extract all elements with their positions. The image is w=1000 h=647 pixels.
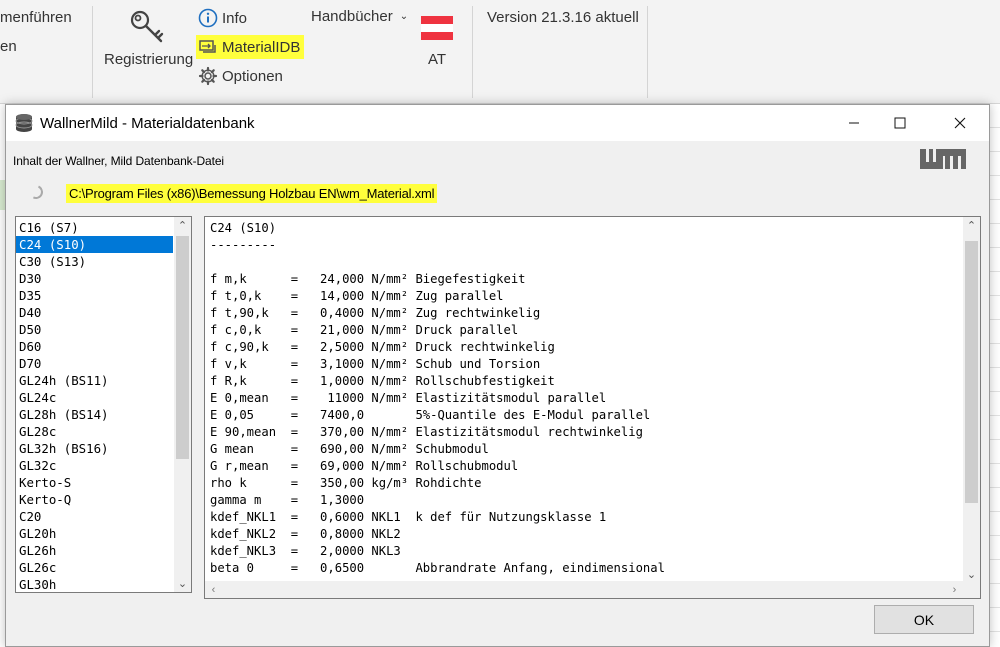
info-button[interactable]: Info [198, 8, 247, 28]
ribbon-separator [92, 6, 93, 98]
detail-line: kdef_NKL1 = 0,6000 NKL1 k def für Nutzun… [210, 510, 607, 524]
list-item[interactable]: Kerto-S [16, 474, 173, 491]
info-icon [198, 8, 218, 28]
minimize-icon [849, 122, 859, 124]
list-item[interactable]: D40 [16, 304, 173, 321]
database-icon [14, 113, 34, 133]
key-icon[interactable] [128, 8, 168, 48]
list-item[interactable]: C24 (S10) [16, 236, 173, 253]
list-item[interactable]: D50 [16, 321, 173, 338]
version-label: Version 21.3.16 aktuell [487, 9, 639, 26]
wm-logo [920, 149, 966, 169]
detail-line: kdef_NKL2 = 0,8000 NKL2 [210, 527, 401, 541]
list-item[interactable]: C30 (S13) [16, 253, 173, 270]
list-item[interactable]: D60 [16, 338, 173, 355]
detail-line [210, 254, 950, 271]
handbuecher-label: Handbücher [311, 8, 393, 25]
list-item[interactable]: GL30h [16, 576, 173, 592]
details-horizontal-scrollbar[interactable]: ‹ › [205, 581, 980, 598]
scroll-left-icon[interactable]: ‹ [205, 581, 222, 598]
list-item[interactable]: GL32c [16, 457, 173, 474]
close-icon [954, 117, 966, 129]
detail-line: C24 (S10) [210, 221, 277, 235]
flag-austria-icon[interactable] [421, 16, 453, 40]
scroll-down-icon[interactable]: ⌄ [174, 575, 191, 592]
list-item[interactable]: C20 [16, 508, 173, 525]
list-item[interactable]: GL32h (BS16) [16, 440, 173, 457]
content-label: Inhalt der Wallner, Mild Datenbank-Datei [13, 154, 224, 168]
ribbon-cut-label-1[interactable]: menführen [0, 9, 72, 26]
list-item[interactable]: D30 [16, 270, 173, 287]
list-item[interactable]: C16 (S7) [16, 219, 173, 236]
detail-line: E 0,mean = 11000 N/mm² Elastizitätsmodul… [210, 391, 607, 405]
materialdb-label: MaterialIDB [222, 38, 301, 56]
detail-line: gamma m = 1,3000 [210, 493, 365, 507]
material-details-content: C24 (S10) --------- f m,k = 24,000 N/mm² B… [210, 220, 950, 577]
ok-button[interactable]: OK [874, 605, 974, 634]
detail-line: f m,k = 24,000 N/mm² Biegefestigkeit [210, 272, 526, 286]
scroll-up-icon[interactable]: ⌃ [174, 217, 191, 234]
detail-line: f c,0,k = 21,000 N/mm² Druck parallel [210, 323, 519, 337]
optionen-label: Optionen [222, 67, 283, 85]
title-bar[interactable]: WallnerMild - Materialdatenbank [6, 105, 989, 141]
material-list-scrollbar[interactable]: ⌃ ⌄ [174, 217, 191, 592]
detail-line: beta 0 = 0,6500 Abbrandrate Anfang, eind… [210, 561, 665, 575]
detail-line: G mean = 690,00 N/mm² Schubmodul [210, 442, 489, 456]
list-item[interactable]: GL24c [16, 389, 173, 406]
info-label: Info [222, 9, 248, 27]
scroll-up-icon[interactable]: ⌃ [963, 217, 980, 234]
detail-line: f v,k = 3,1000 N/mm² Schub und Torsion [210, 357, 541, 371]
gear-icon [198, 66, 218, 86]
list-item[interactable]: GL20h [16, 525, 173, 542]
material-details-textarea[interactable]: C24 (S10) --------- f m,k = 24,000 N/mm² B… [204, 216, 981, 599]
file-path-label: C:\Program Files (x86)\Bemessung Holzbau… [66, 184, 438, 203]
list-item[interactable]: GL26h [16, 542, 173, 559]
list-item[interactable]: GL24h (BS11) [16, 372, 173, 389]
list-item[interactable]: GL26c [16, 559, 173, 576]
ribbon-separator [472, 6, 473, 98]
list-item[interactable]: D70 [16, 355, 173, 372]
detail-line: rho k = 350,00 kg/m³ Rohdichte [210, 476, 482, 490]
detail-line: E 0,05 = 7400,0 5%-Quantile des E-Modul … [210, 408, 651, 422]
registrierung-button[interactable]: Registrierung [104, 51, 193, 68]
detail-line: --------- [210, 238, 277, 252]
optionen-button[interactable]: Optionen [198, 66, 283, 86]
details-vertical-scrollbar[interactable]: ⌃ ⌄ [963, 217, 980, 583]
detail-line: f R,k = 1,0000 N/mm² Rollschubfestigkeit [210, 374, 555, 388]
database-sync-icon [199, 40, 216, 53]
materialdatenbank-window: WallnerMild - Materialdatenbank Inhalt d… [5, 104, 990, 647]
detail-line: f t,90,k = 0,4000 N/mm² Zug rechtwinkeli… [210, 306, 541, 320]
close-button[interactable] [937, 105, 983, 141]
material-list[interactable]: C16 (S7) C24 (S10) C30 (S13) D30 D35 D40 D50 D6… [15, 216, 192, 593]
list-item[interactable]: GL28h (BS14) [16, 406, 173, 423]
materialdb-button[interactable]: MaterialIDB [196, 35, 305, 59]
detail-line: f c,90,k = 2,5000 N/mm² Druck rechtwinke… [210, 340, 555, 354]
list-item[interactable]: Kerto-Q [16, 491, 173, 508]
scroll-right-icon[interactable]: › [946, 581, 963, 598]
ribbon: menführen en Registrierung Info Material… [0, 0, 1000, 104]
detail-line: G r,mean = 69,000 N/mm² Rollschubmodul [210, 459, 519, 473]
list-item[interactable]: GL28c [16, 423, 173, 440]
spinner-icon [27, 183, 45, 201]
maximize-icon [894, 117, 906, 129]
ribbon-cut-label-2[interactable]: en [0, 38, 17, 55]
detail-line: kdef_NKL3 = 2,0000 NKL3 [210, 544, 401, 558]
detail-line: E 90,mean = 370,00 N/mm² Elastizitätsmod… [210, 425, 643, 439]
detail-line: f t,0,k = 14,000 N/mm² Zug parallel [210, 289, 504, 303]
maximize-button[interactable] [877, 105, 923, 141]
ribbon-separator [647, 6, 648, 98]
handbuecher-dropdown[interactable]: Handbücher ⌄ [311, 8, 408, 25]
language-label[interactable]: AT [428, 51, 446, 68]
window-title: WallnerMild - Materialdatenbank [40, 115, 255, 132]
background-spreadsheet-grid [990, 104, 1000, 647]
minimize-button[interactable] [831, 105, 877, 141]
scrollbar-thumb[interactable] [176, 236, 189, 459]
scrollbar-thumb[interactable] [965, 241, 978, 503]
material-list-items: C16 (S7) C24 (S10) C30 (S13) D30 D35 D40 D50 D6… [16, 219, 173, 592]
chevron-down-icon: ⌄ [399, 11, 409, 22]
list-item[interactable]: D35 [16, 287, 173, 304]
